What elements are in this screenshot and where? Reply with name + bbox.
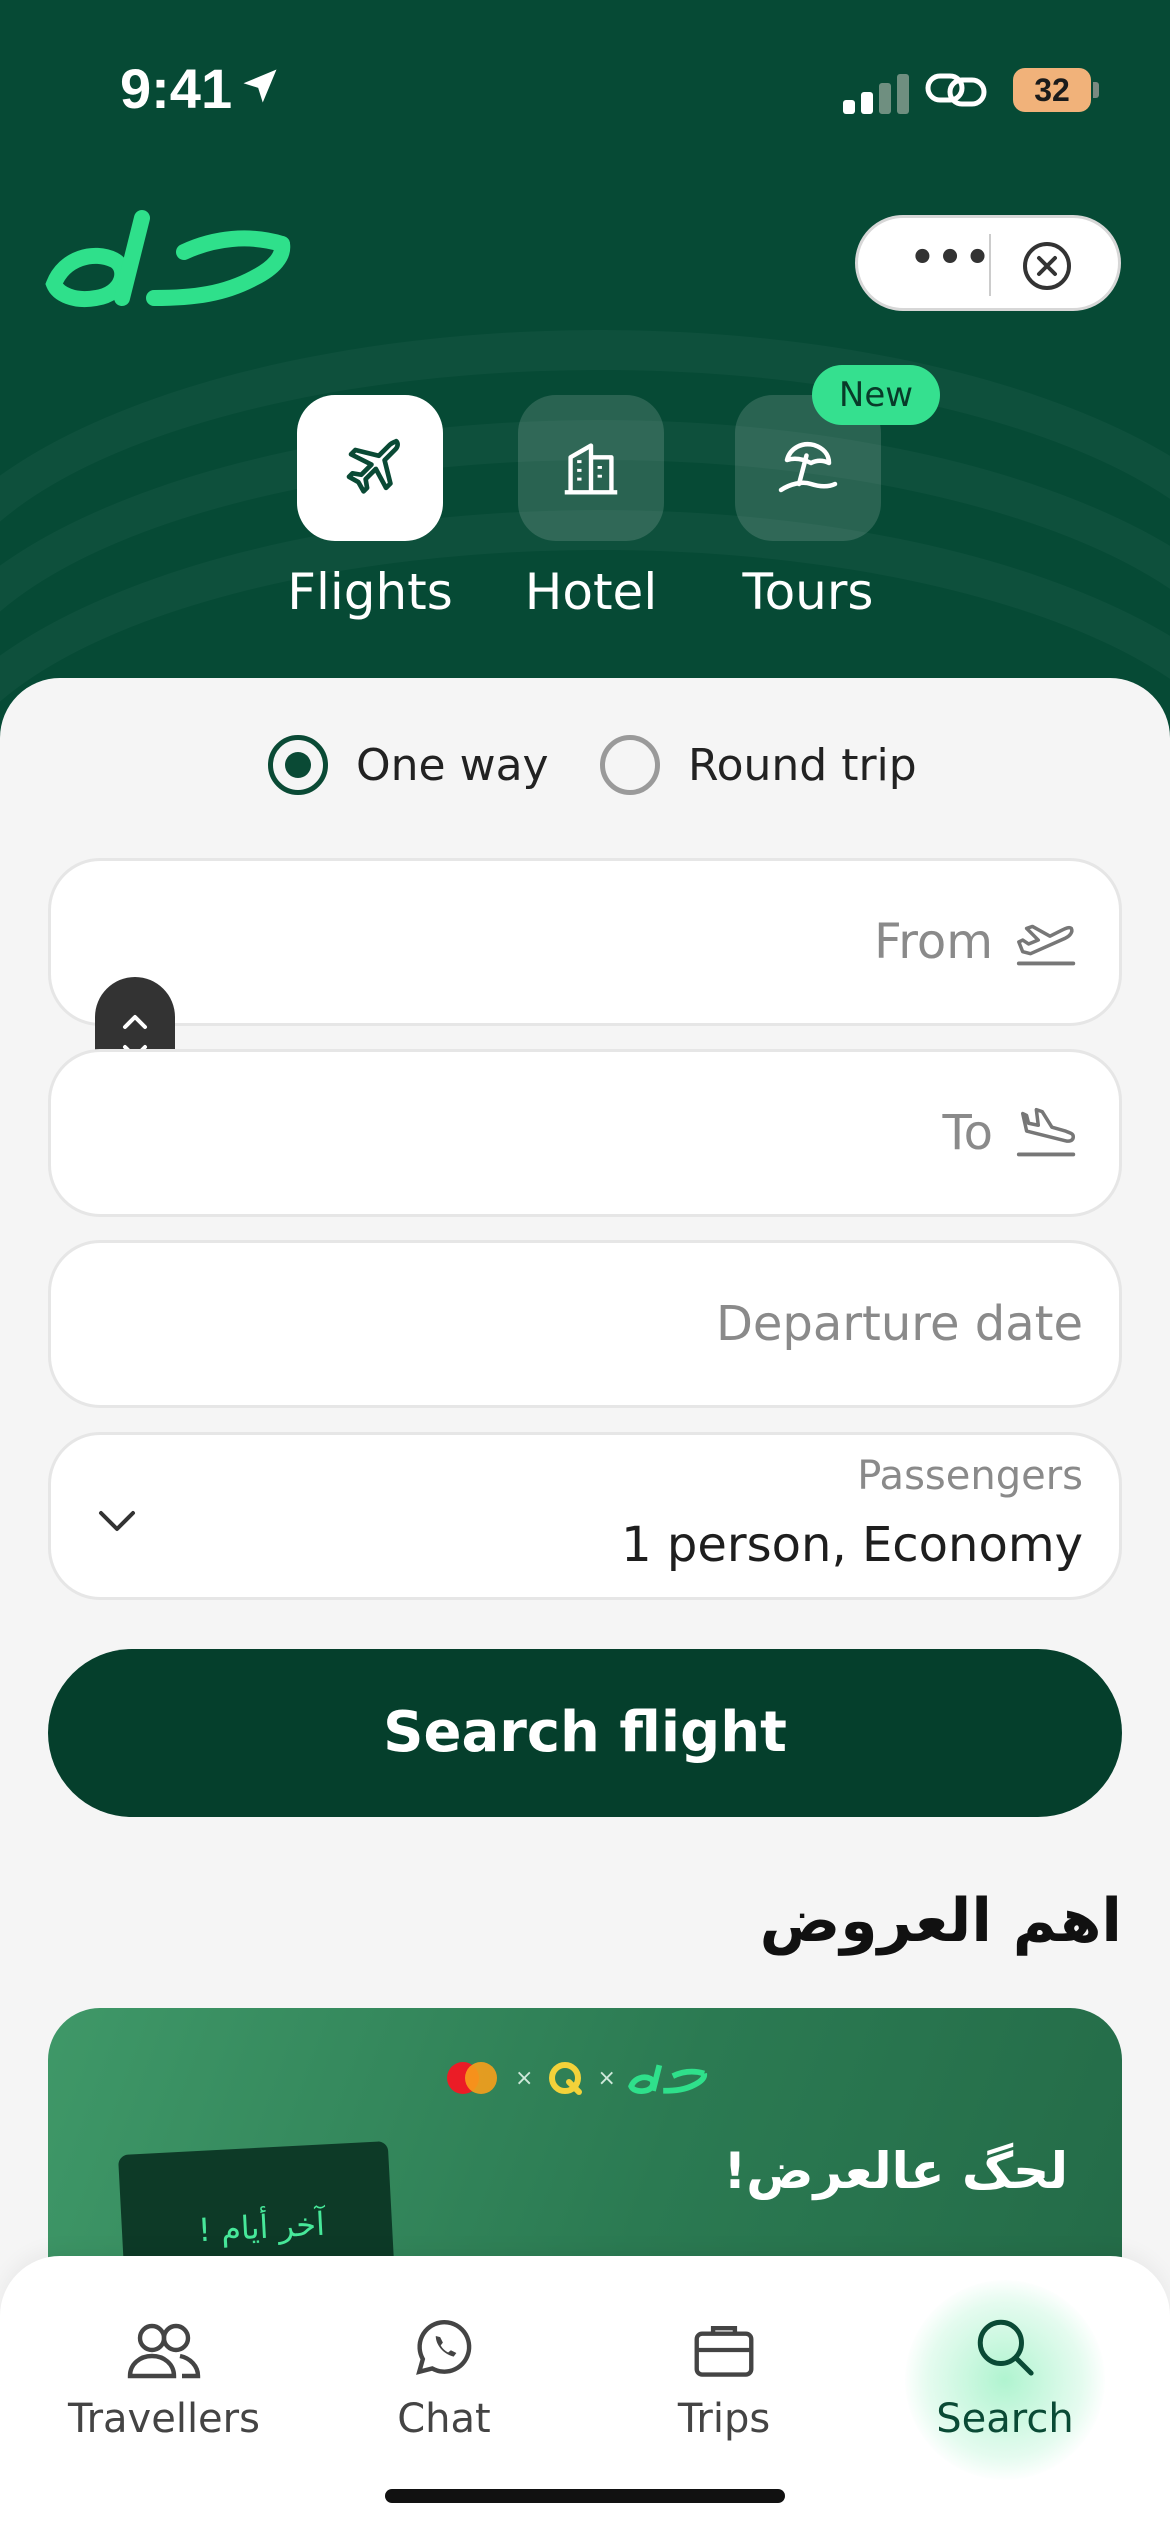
category-tile bbox=[518, 395, 664, 541]
tab-trips[interactable]: Trips bbox=[604, 2290, 844, 2442]
chevron-down-icon bbox=[93, 1497, 141, 1549]
app-logo bbox=[44, 198, 294, 322]
tab-label: Chat bbox=[397, 2396, 491, 2442]
category-hotel[interactable]: Hotel bbox=[518, 395, 664, 621]
category-tile bbox=[297, 395, 443, 541]
whatsapp-icon bbox=[416, 2319, 472, 2375]
passengers-field[interactable]: Passengers 1 person, Economy bbox=[48, 1432, 1122, 1600]
search-icon bbox=[977, 2319, 1034, 2376]
tab-label: Trips bbox=[677, 2396, 771, 2442]
cellular-signal-icon bbox=[843, 70, 913, 114]
passengers-value: 1 person, Economy bbox=[621, 1517, 1083, 1573]
passengers-label: Passengers bbox=[857, 1453, 1083, 1499]
link-icon bbox=[924, 66, 988, 118]
battery-tip bbox=[1093, 82, 1099, 98]
location-arrow-icon bbox=[238, 64, 282, 112]
radio-button-checked[interactable] bbox=[268, 735, 328, 795]
tab-search[interactable]: Search bbox=[885, 2290, 1125, 2442]
people-icon bbox=[127, 2323, 201, 2379]
radio-label: Round trip bbox=[688, 739, 917, 791]
tab-chat[interactable]: Chat bbox=[324, 2290, 564, 2442]
briefcase-icon bbox=[694, 2326, 754, 2377]
tab-label: Search bbox=[936, 2396, 1074, 2442]
mastercard-logo-icon bbox=[447, 2062, 497, 2094]
plane-icon bbox=[335, 431, 405, 505]
radio-one-way[interactable]: One way bbox=[268, 730, 549, 800]
from-field[interactable]: From bbox=[48, 858, 1122, 1026]
status-bar: 9:41 32 bbox=[0, 0, 1170, 170]
to-placeholder: To bbox=[942, 1105, 993, 1161]
radio-round-trip[interactable]: Round trip bbox=[600, 730, 917, 800]
capsule-divider bbox=[989, 234, 991, 296]
from-placeholder: From bbox=[874, 914, 993, 970]
tab-travellers[interactable]: Travellers bbox=[44, 2290, 284, 2442]
battery-indicator: 32 bbox=[1013, 68, 1091, 112]
promo-headline: لحگ عالعرض! bbox=[723, 2142, 1068, 2200]
close-icon[interactable] bbox=[1021, 240, 1073, 296]
building-icon bbox=[556, 431, 626, 505]
departure-date-field[interactable]: Departure date bbox=[48, 1240, 1122, 1408]
promo-calendar-text: آخر أيام ! bbox=[197, 2204, 326, 2250]
mini-app-capsule: ••• bbox=[855, 215, 1121, 311]
home-indicator bbox=[385, 2489, 785, 2503]
q-logo-icon bbox=[549, 2062, 583, 2095]
departure-placeholder: Departure date bbox=[715, 1296, 1083, 1352]
search-flight-button[interactable]: Search flight bbox=[48, 1649, 1122, 1817]
category-flights[interactable]: Flights bbox=[287, 395, 453, 621]
beach-umbrella-icon bbox=[772, 430, 844, 506]
offers-title: اهم العروض bbox=[759, 1886, 1122, 1956]
app-mini-logo-icon bbox=[627, 2064, 707, 2094]
new-badge: New bbox=[812, 365, 940, 425]
partner-logos: × × bbox=[443, 2058, 708, 2098]
tab-label: Travellers bbox=[68, 2396, 260, 2442]
category-label: Tours bbox=[742, 563, 874, 621]
more-options-icon[interactable]: ••• bbox=[906, 238, 996, 290]
plane-takeoff-icon bbox=[1016, 924, 1076, 966]
radio-label: One way bbox=[356, 739, 549, 791]
to-field[interactable]: To bbox=[48, 1049, 1122, 1217]
radio-button[interactable] bbox=[600, 735, 660, 795]
plane-landing-icon bbox=[1016, 1107, 1076, 1157]
status-time: 9:41 bbox=[120, 57, 233, 120]
